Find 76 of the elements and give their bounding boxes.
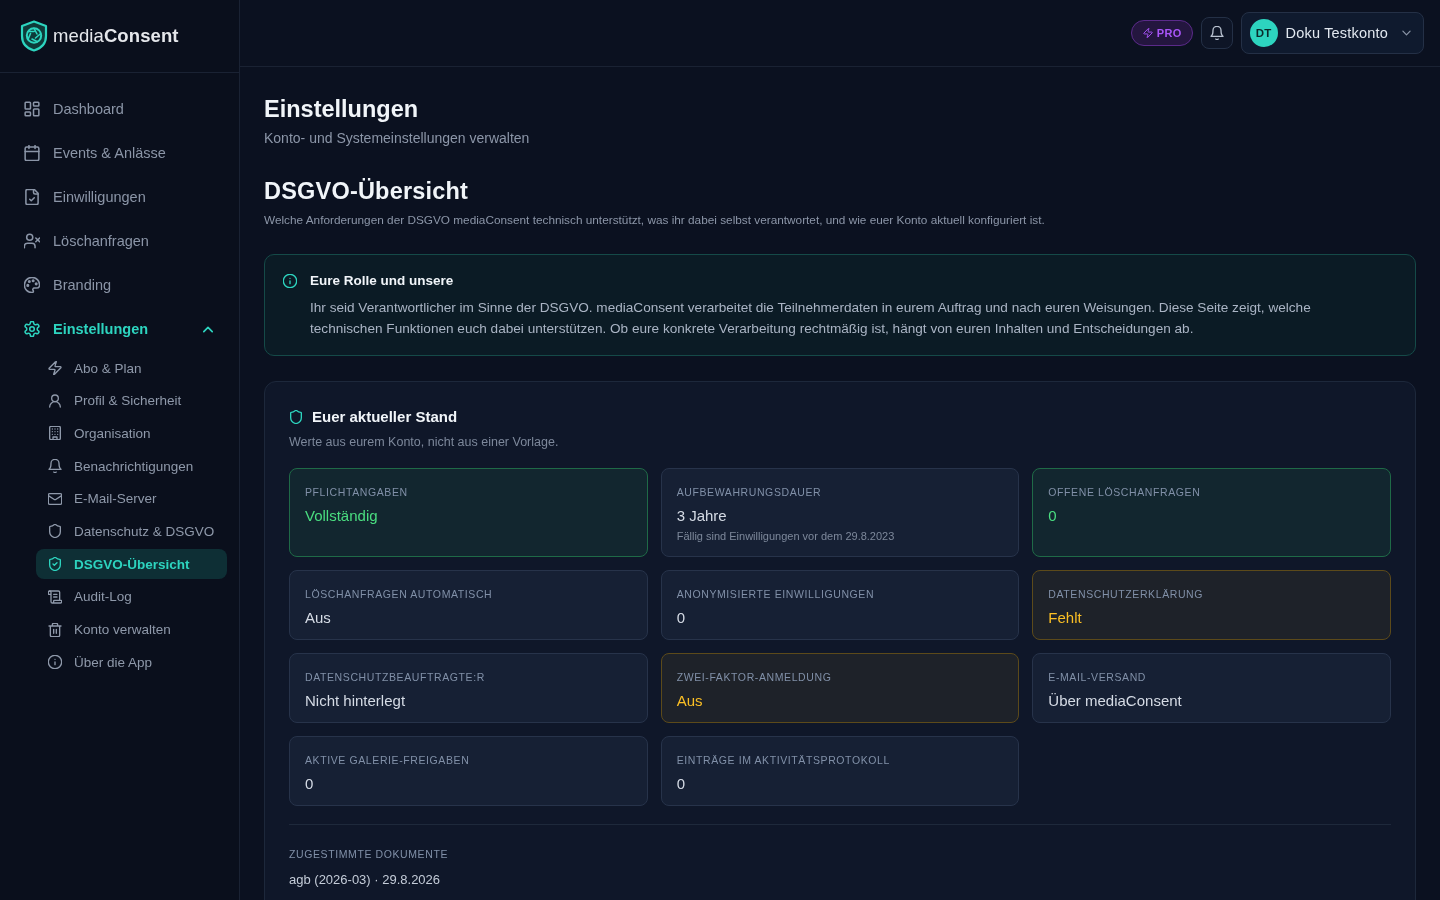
tile-label: OFFENE LÖSCHANFRAGEN xyxy=(1048,485,1202,499)
panel-subtitle: Werte aus eurem Konto, nicht aus einer Vorlage. xyxy=(289,434,560,451)
info-icon xyxy=(48,655,62,670)
subnav-item[interactable]: Konto verwalten xyxy=(36,614,227,645)
tile-value: Aus xyxy=(676,691,704,710)
subnav-item[interactable]: Organisation xyxy=(36,418,227,449)
notifications-button[interactable] xyxy=(1200,17,1233,49)
subnav-item[interactable]: Audit-Log xyxy=(36,581,227,612)
nav-item[interactable]: Dashboard xyxy=(12,89,227,129)
nav-item[interactable]: Events & Anlässe xyxy=(12,133,227,173)
shield-icon xyxy=(289,410,303,424)
grid-icon xyxy=(24,101,40,117)
lightning-icon xyxy=(1142,28,1153,38)
nav-item[interactable]: Einwilligungen xyxy=(12,177,227,217)
calendar-icon xyxy=(24,145,40,161)
user-menu-button[interactable]: DT Doku Testkonto xyxy=(1240,12,1424,54)
tile-label: ZWEI-FAKTOR-ANMELDUNG xyxy=(676,670,833,684)
subnav-item[interactable]: E-Mail-Server xyxy=(36,483,227,514)
tile-label: AKTIVE GALERIE-FREIGABEN xyxy=(305,753,471,767)
tile-value: Aus xyxy=(305,608,332,627)
tile-note: Fällig sind Einwilligungen vor dem 29.8.2023 xyxy=(676,529,896,544)
tile-label: DATENSCHUTZERKLÄRUNG xyxy=(1048,587,1205,601)
documents-label: ZUGESTIMMTE DOKUMENTE xyxy=(289,847,449,861)
scroll-icon xyxy=(48,589,62,604)
page-title: Einstellungen xyxy=(264,95,420,124)
section-title: DSGVO-Übersicht xyxy=(264,177,470,206)
logo-text: mediaConsent xyxy=(53,25,179,47)
tile-value: Über mediaConsent xyxy=(1048,691,1183,710)
settings-icon xyxy=(24,321,40,337)
palette-icon xyxy=(24,277,40,293)
tile-value: Nicht hinterlegt xyxy=(305,691,407,710)
page-subtitle: Konto- und Systemeinstellungen verwalten xyxy=(264,129,531,147)
tile-value: Vollständig xyxy=(305,506,379,525)
subnav-item[interactable]: DSGVO-Übersicht xyxy=(36,549,227,580)
info-title: Eure Rolle und unsere xyxy=(310,272,455,290)
user-icon xyxy=(48,393,62,408)
tile-value: 3 Jahre xyxy=(676,506,728,525)
chevron-down-icon xyxy=(1402,30,1411,36)
tile-label: AUFBEWAHRUNGSDAUER xyxy=(676,485,823,499)
tile-value: 0 xyxy=(305,774,315,793)
nav-item[interactable]: Löschanfragen xyxy=(12,221,227,261)
shield-icon xyxy=(48,524,62,539)
logo-icon xyxy=(20,20,48,52)
tile-value: 0 xyxy=(676,608,686,627)
bell-icon xyxy=(48,459,62,474)
trash-icon xyxy=(48,622,62,637)
tile-label: EINTRÄGE IM AKTIVITÄTSPROTOKOLL xyxy=(676,753,891,767)
panel-title: Euer aktueller Stand xyxy=(312,407,458,427)
info-text: Ihr seid Verantwortlicher im Sinne der DSGVO. mediaConsent verarbeitet die Teilnehmerdaten in eurem Auftrag und nach euren Weisungen. Diese Seite zeigt, welche technischen Funktionen euch dabei unterstützen. Ob eure konkrete Verarbeitung rechtmäßig ist, hängt von euren Inhalten und Entscheidungen ab. xyxy=(310,299,1312,338)
document-check-icon xyxy=(24,189,40,205)
tile-value: 0 xyxy=(1048,506,1058,525)
document-entry: agb (2026-03) · 29.8.2026 xyxy=(289,871,442,889)
subnav-item[interactable]: Über die App xyxy=(36,647,227,678)
mail-icon xyxy=(48,491,62,506)
subnav-item[interactable]: Abo & Plan xyxy=(36,353,227,383)
tile-value: Fehlt xyxy=(1048,608,1083,627)
tile-label: PFLICHTANGABEN xyxy=(305,485,409,499)
nav-item[interactable]: Branding xyxy=(12,265,227,305)
tile-label: DATENSCHUTZBEAUFTRAGTE:R xyxy=(305,670,486,684)
section-description: Welche Anforderungen der DSGVO mediaConsent technisch unterstützt, was ihr dabei selbst verantwortet, und wie euer Konto aktuell konfiguriert ist. xyxy=(264,212,1046,229)
tile-label: E-MAIL-VERSAND xyxy=(1048,670,1147,684)
lightning-icon xyxy=(48,361,62,375)
building-icon xyxy=(48,426,62,441)
plan-label: PRO xyxy=(1156,27,1182,39)
user-x-icon xyxy=(24,233,40,249)
bell-icon xyxy=(1209,26,1224,40)
subnav-item[interactable]: Datenschutz & DSGVO xyxy=(36,516,227,547)
tile-label: ANONYMISIERTE EINWILLIGUNGEN xyxy=(676,587,876,601)
tile-value: 0 xyxy=(676,774,686,793)
info-icon xyxy=(283,274,297,288)
tile-label: LÖSCHANFRAGEN AUTOMATISCH xyxy=(305,587,494,601)
subnav-item[interactable]: Benachrichtigungen xyxy=(36,451,227,482)
shield-check-icon xyxy=(48,557,62,572)
subnav-item[interactable]: Profil & Sicherheit xyxy=(36,385,227,416)
user-avatar: DT xyxy=(1249,19,1278,47)
nav-item[interactable]: Einstellungen xyxy=(12,309,227,349)
